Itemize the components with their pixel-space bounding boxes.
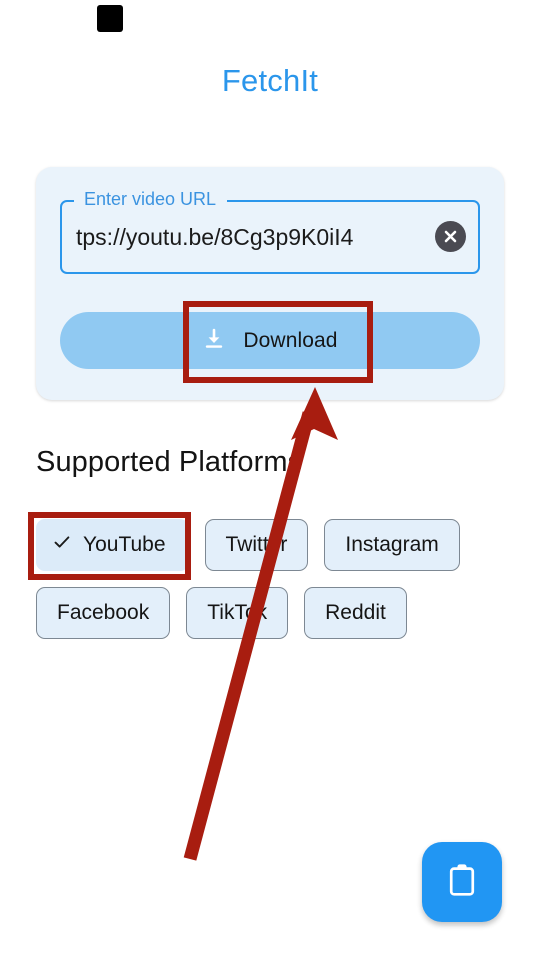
chip-label: YouTube: [83, 533, 166, 556]
check-icon: [52, 532, 72, 558]
chip-tiktok[interactable]: TikTok: [186, 587, 289, 639]
chip-label: TikTok: [207, 601, 268, 624]
chip-label: Twitter: [225, 533, 288, 556]
chip-facebook[interactable]: Facebook: [36, 587, 171, 639]
close-circle-icon: [441, 227, 460, 246]
chip-instagram[interactable]: Instagram: [324, 519, 460, 571]
platform-chip-list: YouTube Twitter Instagram Facebook TikTo…: [36, 519, 506, 639]
url-field-container[interactable]: Enter video URL: [60, 189, 480, 274]
url-input[interactable]: [76, 221, 416, 253]
annotation-overlay: [0, 0, 540, 960]
app-title: FetchIt: [221, 63, 319, 98]
chip-reddit[interactable]: Reddit: [304, 587, 407, 639]
clipboard-paste-icon: [443, 862, 481, 903]
chip-youtube[interactable]: YouTube: [36, 519, 189, 571]
url-field-label: Enter video URL: [84, 189, 217, 209]
chip-twitter[interactable]: Twitter: [204, 519, 309, 571]
chip-label: Instagram: [345, 533, 439, 556]
annotation-arrow: [183, 387, 338, 861]
url-input-card: Enter video URL Download: [36, 167, 504, 400]
clear-url-button[interactable]: [435, 221, 466, 252]
status-bar-indicator-icon: [97, 5, 123, 32]
download-button[interactable]: Download: [60, 312, 480, 369]
paste-from-clipboard-button[interactable]: [422, 842, 502, 922]
download-icon: [202, 327, 226, 354]
chip-label: Facebook: [57, 601, 150, 624]
app-screen: FetchIt Enter video URL tps://youtu.be/8…: [0, 0, 540, 960]
chip-label: Reddit: [325, 601, 386, 624]
supported-platforms-title: Supported Platforms: [36, 446, 303, 478]
download-button-label: Download: [243, 328, 338, 352]
